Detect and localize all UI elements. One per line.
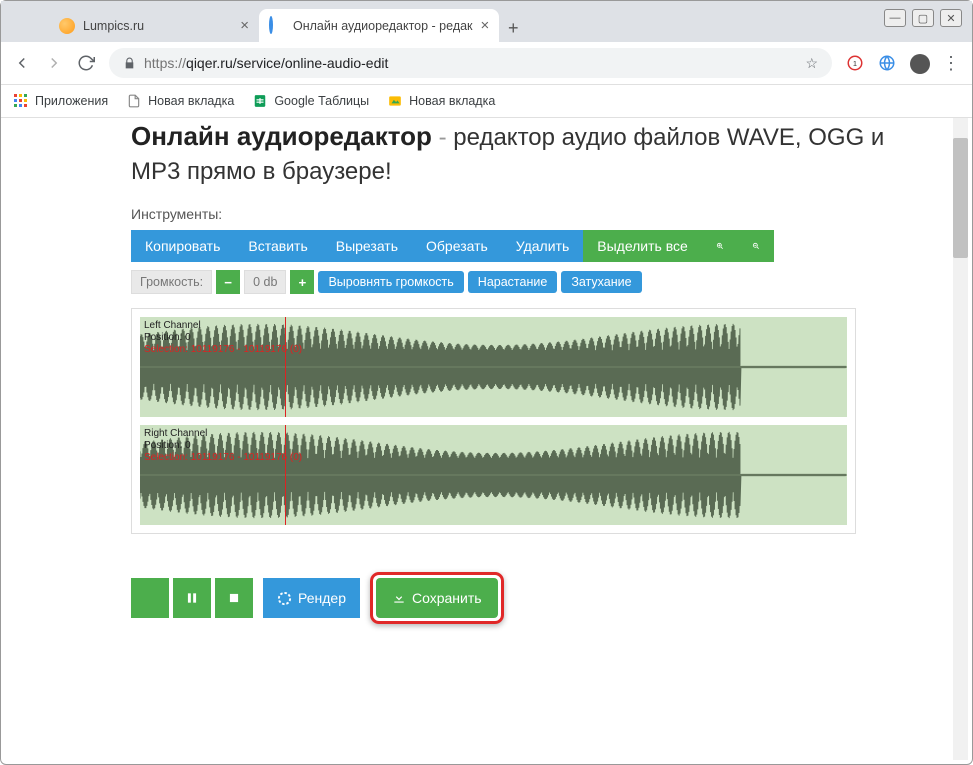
reload-button[interactable] — [77, 54, 95, 72]
favicon-qiqer — [269, 18, 285, 34]
scrollbar[interactable] — [953, 118, 968, 760]
svg-text:1: 1 — [853, 59, 857, 68]
browser-menu-button[interactable]: ⋮ — [942, 53, 960, 74]
page-title: Онлайн аудиоредактор - редактор аудио фа… — [31, 118, 922, 198]
new-tab-button[interactable]: + — [499, 14, 527, 42]
tab-close-icon[interactable]: × — [481, 17, 490, 34]
bookmark-label: Новая вкладка — [409, 94, 495, 108]
channel-info-right: Right Channel Position: 0 Selection: 101… — [144, 428, 302, 464]
waveform-panel: Left Channel Position: 0 Selection: 1011… — [131, 308, 856, 534]
select-all-button[interactable]: Выделить все — [583, 230, 702, 262]
lock-icon — [123, 57, 136, 70]
extension-icons: 1 ⋮ — [846, 53, 960, 74]
window-maximize-button[interactable]: ▢ — [912, 9, 934, 27]
pause-button[interactable] — [173, 578, 211, 618]
toolbar-volume: Громкость: − 0 db + Выровнять громкость … — [131, 270, 922, 294]
scrollbar-thumb[interactable] — [953, 138, 968, 258]
extension-icon-globe[interactable] — [878, 54, 896, 72]
bookmark-label: Новая вкладка — [148, 94, 234, 108]
extension-icon-1[interactable]: 1 — [846, 54, 864, 72]
url-text: https://qiqer.ru/service/online-audio-ed… — [144, 55, 388, 71]
bookmark-label: Google Таблицы — [274, 94, 369, 108]
apps-icon — [13, 93, 29, 109]
bookmarks-bar: Приложения Новая вкладка Google Таблицы … — [1, 85, 972, 118]
channel-info-left: Left Channel Position: 0 Selection: 1011… — [144, 320, 302, 356]
bookmark-item-0[interactable]: Новая вкладка — [126, 93, 234, 109]
browser-tab-lumpics[interactable]: Lumpics.ru × — [49, 9, 259, 42]
save-highlight: Сохранить — [370, 572, 504, 624]
apps-label: Приложения — [35, 94, 108, 108]
waveform-right-channel[interactable]: Right Channel Position: 0 Selection: 101… — [140, 425, 847, 525]
page-icon — [126, 93, 142, 109]
volume-up-button[interactable]: + — [290, 270, 314, 294]
fadeout-button[interactable]: Затухание — [561, 271, 641, 293]
favicon-lumpics — [59, 18, 75, 34]
delete-button[interactable]: Удалить — [502, 230, 583, 262]
address-bar: https://qiqer.ru/service/online-audio-ed… — [1, 42, 972, 85]
bookmark-item-1[interactable]: Google Таблицы — [252, 93, 369, 109]
waveform-left-channel[interactable]: Left Channel Position: 0 Selection: 1011… — [140, 317, 847, 417]
profile-avatar[interactable] — [910, 54, 928, 72]
tools-label: Инструменты: — [131, 206, 922, 222]
browser-tab-qiqer[interactable]: Онлайн аудиоредактор - редак × — [259, 9, 499, 42]
window-minimize-button[interactable]: — — [884, 9, 906, 27]
tab-title: Онлайн аудиоредактор - редак — [293, 19, 473, 33]
zoom-in-button[interactable] — [702, 230, 738, 262]
page-content: Онлайн аудиоредактор - редактор аудио фа… — [31, 118, 942, 760]
cut-button[interactable]: Вырезать — [322, 230, 412, 262]
apps-button[interactable]: Приложения — [13, 93, 108, 109]
fadein-button[interactable]: Нарастание — [468, 271, 558, 293]
tab-close-icon[interactable]: × — [240, 17, 249, 34]
browser-tab-strip: Lumpics.ru × Онлайн аудиоредактор - реда… — [1, 1, 972, 42]
url-input[interactable]: https://qiqer.ru/service/online-audio-ed… — [109, 48, 832, 78]
paste-button[interactable]: Вставить — [234, 230, 321, 262]
back-button[interactable] — [13, 54, 31, 72]
download-icon — [392, 591, 406, 605]
play-button[interactable] — [131, 578, 169, 618]
star-icon[interactable]: ☆ — [805, 55, 818, 72]
window-controls: — ▢ ✕ — [884, 9, 962, 27]
stop-button[interactable] — [215, 578, 253, 618]
toolbar-main: Копировать Вставить Вырезать Обрезать Уд… — [131, 230, 922, 262]
sheets-icon — [252, 93, 268, 109]
render-button[interactable]: Рендер — [263, 578, 360, 618]
bookmark-item-2[interactable]: Новая вкладка — [387, 93, 495, 109]
tab-title: Lumpics.ru — [83, 19, 144, 33]
save-button[interactable]: Сохранить — [376, 578, 498, 618]
spinner-icon — [277, 591, 292, 606]
volume-value: 0 db — [244, 270, 286, 294]
playback-controls: Рендер Сохранить — [131, 572, 922, 624]
crop-button[interactable]: Обрезать — [412, 230, 502, 262]
window-close-button[interactable]: ✕ — [940, 9, 962, 27]
image-icon — [387, 93, 403, 109]
volume-down-button[interactable]: − — [216, 270, 240, 294]
normalize-button[interactable]: Выровнять громкость — [318, 271, 463, 293]
volume-label: Громкость: — [131, 270, 212, 294]
zoom-out-button — [738, 230, 774, 262]
forward-button[interactable] — [45, 54, 63, 72]
copy-button[interactable]: Копировать — [131, 230, 234, 262]
